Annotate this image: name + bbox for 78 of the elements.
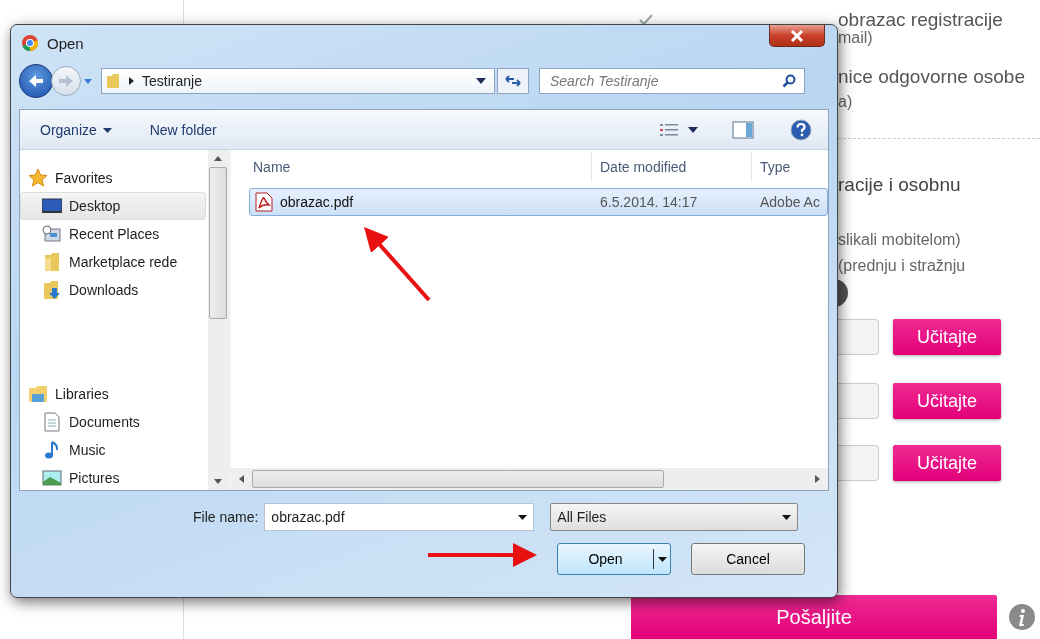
caret-icon[interactable] — [782, 514, 792, 520]
back-arrow-icon — [27, 73, 45, 89]
column-header[interactable]: Name — [231, 152, 591, 182]
forward-arrow-icon — [57, 73, 75, 89]
caret-icon — [102, 128, 112, 134]
refresh-button[interactable] — [497, 68, 529, 94]
preview-pane-icon[interactable] — [732, 120, 754, 139]
nav-icon — [41, 280, 63, 300]
window-title: Open — [47, 34, 84, 52]
back-button[interactable] — [19, 64, 53, 98]
nav-item[interactable]: Favorites — [20, 164, 206, 192]
nav-icon — [27, 168, 49, 188]
requirement-text: nice odgovorne osobe — [838, 66, 1025, 88]
new-folder-button[interactable]: New folder — [143, 119, 223, 140]
nav-icon — [41, 470, 63, 486]
nav-item[interactable]: Libraries — [20, 380, 206, 408]
nav-item[interactable]: Music — [20, 436, 206, 464]
scroll-up-icon[interactable] — [214, 156, 222, 161]
nav-icon — [41, 412, 63, 432]
folder-icon — [106, 73, 120, 89]
cancel-button[interactable]: Cancel — [691, 543, 805, 575]
file-field[interactable] — [838, 383, 879, 419]
breadcrumb-arrow-icon — [128, 77, 134, 85]
upload-button[interactable]: Učitajte — [893, 319, 1001, 355]
type-cell-text: Adobe Ac — [759, 194, 821, 210]
nav-item[interactable]: Recent Places — [20, 220, 206, 248]
caret-icon[interactable] — [657, 556, 667, 562]
breadcrumb-item[interactable]: Testiranje — [142, 73, 202, 89]
nav-item[interactable]: Marketplace rede — [20, 248, 206, 276]
scroll-right-icon[interactable] — [815, 475, 820, 483]
date-cell-text: 6.5.2014. 14:17 — [599, 194, 699, 210]
browser-logo-icon — [21, 34, 39, 52]
address-bar[interactable]: Testiranje — [101, 68, 495, 94]
nav-icon — [41, 198, 63, 214]
horizontal-scrollbar[interactable] — [231, 468, 828, 490]
vertical-scrollbar[interactable] — [208, 150, 228, 490]
refresh-icon — [505, 75, 521, 87]
search-icon — [782, 74, 796, 88]
open-button[interactable]: Open — [557, 543, 671, 575]
file-row[interactable]: obrazac.pdf 6.5.2014. 14:17 Adobe Ac — [249, 188, 828, 216]
organize-menu-button[interactable]: Organize — [34, 119, 118, 140]
view-options-icon[interactable] — [660, 122, 678, 137]
file-field[interactable] — [838, 319, 879, 355]
nav-icon — [27, 385, 49, 403]
file-name-cell[interactable]: obrazac.pdf — [250, 192, 592, 212]
search-field[interactable]: Search Testiranje — [539, 68, 805, 94]
nav-item[interactable]: Documents — [20, 408, 206, 436]
close-icon — [790, 29, 804, 42]
instruction-text: slikali mobitelom) — [838, 231, 961, 249]
requirement-note: a) — [838, 93, 853, 111]
help-icon[interactable] — [790, 118, 812, 141]
nav-item[interactable]: Pictures — [20, 464, 206, 490]
caret-icon[interactable] — [518, 514, 528, 520]
pdf-file-icon — [254, 192, 274, 212]
history-dropdown-icon[interactable] — [83, 77, 93, 85]
nav-item[interactable]: Downloads — [20, 276, 206, 304]
nav-icon — [41, 225, 63, 243]
instruction-text: (prednju i stražnju — [838, 257, 966, 275]
section-heading: racije i osobnu — [838, 174, 961, 196]
scroll-left-icon[interactable] — [239, 475, 244, 483]
file-name-label: File name: — [193, 509, 259, 525]
column-header[interactable]: Type — [751, 152, 828, 182]
requirement-text: obrazac registracije — [838, 9, 1003, 31]
caret-icon[interactable] — [688, 126, 698, 133]
scroll-down-icon[interactable] — [214, 479, 222, 484]
search-input[interactable]: Search Testiranje — [548, 72, 782, 90]
upload-button[interactable]: Učitajte — [893, 445, 1001, 481]
caret-icon[interactable] — [476, 78, 486, 84]
submit-button[interactable]: Pošaljite — [631, 595, 997, 639]
file-field[interactable] — [838, 445, 879, 481]
info-icon — [1009, 604, 1035, 630]
close-button[interactable] — [769, 25, 825, 47]
file-type-dropdown[interactable]: All Files — [550, 503, 799, 531]
requirement-note: mail) — [838, 29, 873, 47]
nav-item[interactable]: Desktop — [20, 192, 206, 220]
upload-button[interactable]: Učitajte — [893, 383, 1001, 419]
column-header[interactable]: Date modified — [591, 152, 751, 182]
file-name-field[interactable]: obrazac.pdf — [264, 503, 535, 531]
